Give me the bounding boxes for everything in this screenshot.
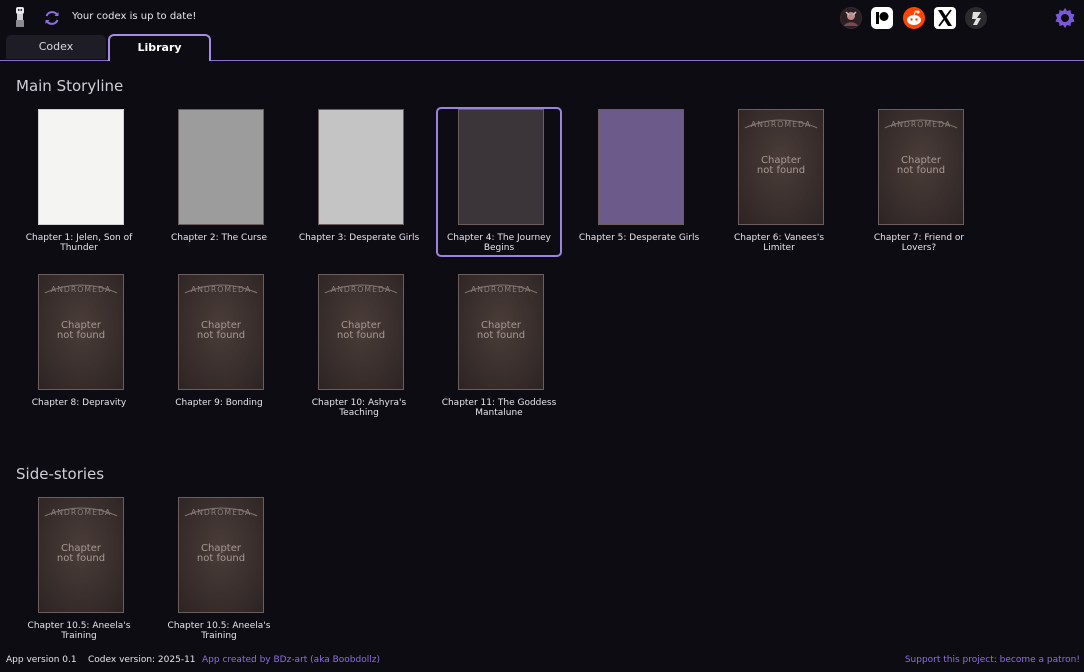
library-panel: Main Storyline Chapter 1: Jelen, Son of … xyxy=(0,61,1084,649)
chapter-card[interactable]: Chapter 3: Desperate Girls xyxy=(296,107,422,257)
svg-text:ANDROMEDA: ANDROMEDA xyxy=(51,285,111,294)
side-stories-title: Side-stories xyxy=(16,465,105,483)
chapter-card[interactable]: ANDROMEDA Chapter not found Chapter 7: Fri… xyxy=(856,107,982,257)
chapter-title: Chapter 10: Ashyra's Teaching xyxy=(311,398,407,418)
chapter-cover xyxy=(178,109,264,225)
chapter-cover: ANDROMEDA Chapter not found xyxy=(178,274,264,390)
not-found-text: Chapter not found xyxy=(896,155,946,176)
tab-bar: Codex Library xyxy=(0,34,1084,61)
svg-text:ANDROMEDA: ANDROMEDA xyxy=(191,508,251,517)
not-found-text: Chapter not found xyxy=(196,320,246,341)
chapter-title: Chapter 6: Vanees's Limiter xyxy=(733,233,825,253)
chapter-title: Chapter 11: The Goddess Mantalune xyxy=(441,398,557,418)
chapter-card[interactable]: ANDROMEDA Chapter not found Chapter 10.5: … xyxy=(16,495,142,645)
support-link[interactable]: Support this project: become a patron! xyxy=(905,655,1080,665)
top-bar: Your codex is up to date! xyxy=(0,0,1084,34)
update-status: Your codex is up to date! xyxy=(72,11,197,22)
chapter-title: Chapter 2: The Curse xyxy=(171,233,267,243)
reddit-icon xyxy=(907,10,921,25)
chapter-cover: ANDROMEDA Chapter not found xyxy=(738,109,824,225)
reddit-link[interactable] xyxy=(903,7,925,29)
tab-codex[interactable]: Codex xyxy=(6,35,106,59)
chapter-card[interactable]: Chapter 5: Desperate Girls xyxy=(576,107,702,257)
chapter-title: Chapter 5: Desperate Girls xyxy=(578,233,700,243)
svg-text:ANDROMEDA: ANDROMEDA xyxy=(51,508,111,517)
avatar-icon xyxy=(841,8,861,28)
chapter-title: Chapter 10.5: Aneela's Training xyxy=(27,621,131,641)
andromeda-logo: ANDROMEDA xyxy=(884,119,958,129)
chapter-title: Chapter 1: Jelen, Son of Thunder xyxy=(25,233,133,253)
chapter-cover xyxy=(38,109,124,225)
chapter-card[interactable]: ANDROMEDA Chapter not found Chapter 10.5: … xyxy=(156,495,282,645)
andromeda-logo: ANDROMEDA xyxy=(184,507,258,517)
chapter-cover: ANDROMEDA Chapter not found xyxy=(458,274,544,390)
deviantart-link[interactable] xyxy=(965,7,987,29)
chapter-title: Chapter 9: Bonding xyxy=(175,398,263,408)
chapter-card[interactable]: ANDROMEDA Chapter not found Chapter 11: Th… xyxy=(436,272,562,422)
svg-text:ANDROMEDA: ANDROMEDA xyxy=(331,285,391,294)
chapter-card[interactable]: ANDROMEDA Chapter not found Chapter 9: Bon… xyxy=(156,272,282,422)
chapter-card[interactable]: Chapter 2: The Curse xyxy=(156,107,282,257)
chapter-cover: ANDROMEDA Chapter not found xyxy=(318,274,404,390)
chapter-title: Chapter 7: Friend or Lovers? xyxy=(873,233,965,253)
andromeda-logo: ANDROMEDA xyxy=(324,284,398,294)
chapter-title: Chapter 10.5: Aneela's Training xyxy=(167,621,271,641)
chapter-card[interactable]: ANDROMEDA Chapter not found Chapter 6: Van… xyxy=(716,107,842,257)
credit-link[interactable]: App created by BDz-art (aka Boobdollz) xyxy=(202,655,380,665)
chapter-cover: ANDROMEDA Chapter not found xyxy=(178,497,264,613)
not-found-text: Chapter not found xyxy=(56,320,106,341)
chapter-card[interactable]: Chapter 1: Jelen, Son of Thunder xyxy=(16,107,142,257)
mascot-logo-icon[interactable] xyxy=(12,6,28,28)
andromeda-logo: ANDROMEDA xyxy=(184,284,258,294)
chapter-title: Chapter 8: Depravity xyxy=(31,398,127,408)
chapter-card[interactable]: ANDROMEDA Chapter not found Chapter 10: As… xyxy=(296,272,422,422)
app-version: App version 0.1 xyxy=(6,655,77,665)
main-storyline-title: Main Storyline xyxy=(16,77,124,95)
sync-icon[interactable] xyxy=(43,9,61,27)
not-found-text: Chapter not found xyxy=(196,543,246,564)
patreon-icon xyxy=(876,12,889,24)
x-link[interactable] xyxy=(934,7,956,29)
not-found-text: Chapter not found xyxy=(756,155,806,176)
svg-text:ANDROMEDA: ANDROMEDA xyxy=(891,120,951,129)
tab-library[interactable]: Library xyxy=(108,34,211,61)
chapter-cover: ANDROMEDA Chapter not found xyxy=(38,497,124,613)
andromeda-logo: ANDROMEDA xyxy=(744,119,818,129)
not-found-text: Chapter not found xyxy=(56,543,106,564)
not-found-text: Chapter not found xyxy=(336,320,386,341)
chapter-cover: ANDROMEDA Chapter not found xyxy=(38,274,124,390)
not-found-text: Chapter not found xyxy=(476,320,526,341)
avatar-link[interactable] xyxy=(840,7,862,29)
svg-text:ANDROMEDA: ANDROMEDA xyxy=(191,285,251,294)
andromeda-logo: ANDROMEDA xyxy=(464,284,538,294)
chapter-cover xyxy=(458,109,544,225)
andromeda-logo: ANDROMEDA xyxy=(44,284,118,294)
x-icon xyxy=(938,9,952,27)
svg-text:ANDROMEDA: ANDROMEDA xyxy=(751,120,811,129)
gear-icon[interactable] xyxy=(1053,6,1077,30)
chapter-card[interactable]: ANDROMEDA Chapter not found Chapter 8: Dep… xyxy=(16,272,142,422)
codex-version: Codex version: 2025-11 xyxy=(88,655,196,665)
deviantart-icon xyxy=(972,12,981,25)
chapter-title: Chapter 4: The Journey Begins xyxy=(446,233,552,253)
chapter-card[interactable]: Chapter 4: The Journey Begins xyxy=(436,107,562,257)
patreon-link[interactable] xyxy=(871,7,893,29)
svg-text:ANDROMEDA: ANDROMEDA xyxy=(471,285,531,294)
chapter-cover xyxy=(318,109,404,225)
footer: App version 0.1 Codex version: 2025-11 A… xyxy=(0,650,1084,672)
chapter-cover xyxy=(598,109,684,225)
chapter-cover: ANDROMEDA Chapter not found xyxy=(878,109,964,225)
chapter-title: Chapter 3: Desperate Girls xyxy=(298,233,420,243)
andromeda-logo: ANDROMEDA xyxy=(44,507,118,517)
